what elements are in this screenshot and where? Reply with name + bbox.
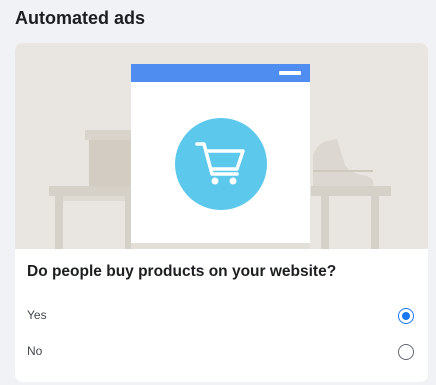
right-furniture [311, 139, 391, 249]
yes-radio-button[interactable] [398, 308, 414, 324]
option-yes[interactable]: Yes [15, 302, 428, 330]
question-heading: Do people buy products on your website? [27, 263, 337, 280]
option-no-label: No [27, 344, 43, 358]
illustration-svg [49, 64, 391, 249]
option-yes-label: Yes [27, 308, 47, 322]
page-title: Automated ads [15, 8, 146, 28]
shopping-cart-icon [175, 118, 267, 210]
option-no[interactable]: No [15, 338, 428, 366]
website-illustration [15, 43, 428, 249]
automated-ads-card: Do people buy products on your website? … [15, 43, 428, 382]
no-radio-button[interactable] [398, 344, 414, 360]
left-furniture [49, 130, 137, 249]
